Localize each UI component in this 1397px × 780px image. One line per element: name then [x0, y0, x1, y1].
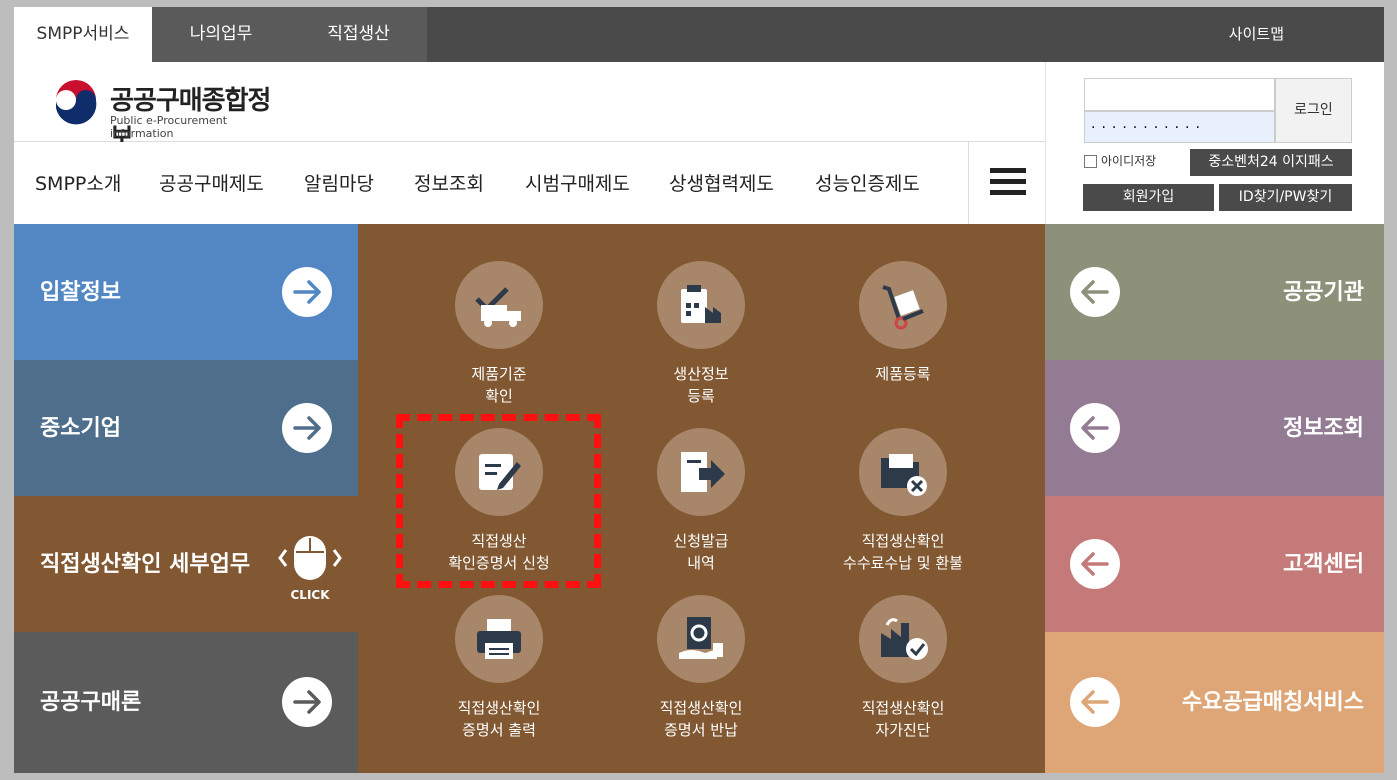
nav-win-win[interactable]: 상생협력제도	[669, 142, 774, 224]
customer-center-label: 고객센터	[1283, 552, 1364, 577]
mouse-click-icon[interactable]: CLICK	[276, 534, 344, 606]
highlight-box	[396, 414, 601, 588]
printer-icon	[455, 595, 543, 683]
service-label: 제품등록	[875, 365, 931, 383]
service-fee-refund[interactable]: 직접생산확인 수수료수납 및 환불	[803, 428, 1003, 574]
join-button[interactable]: 회원가입	[1083, 184, 1214, 211]
checkbox-icon[interactable]	[1084, 155, 1097, 168]
save-id-checkbox[interactable]: 아이디저장	[1084, 152, 1156, 169]
taegeuk-logo-icon	[52, 80, 100, 128]
arrow-left-icon[interactable]	[1070, 267, 1120, 317]
direct-production-block[interactable]: 직접생산확인 세부업무 CLICK	[14, 496, 358, 632]
public-purchase-loan-label: 공공구매론	[40, 690, 142, 715]
public-institution-block[interactable]: 공공기관	[1045, 224, 1384, 360]
public-institution-label: 공공기관	[1283, 280, 1364, 305]
logo-subtitle: Public e-Procurement information	[110, 114, 228, 140]
public-purchase-loan-block[interactable]: 공공구매론	[14, 632, 358, 773]
logo[interactable]: 공공구매종합정보 Public e-Procurement informatio…	[52, 80, 292, 153]
arrow-left-icon[interactable]	[1070, 677, 1120, 727]
nav-smpp-intro[interactable]: SMPP소개	[35, 142, 121, 224]
service-product-register[interactable]: 제품등록	[803, 261, 1003, 385]
document-export-icon	[657, 428, 745, 516]
find-id-pw-button[interactable]: ID찾기/PW찾기	[1219, 184, 1352, 211]
arrow-left-icon[interactable]	[1070, 539, 1120, 589]
browser-frame: SMPP서비스 나의업무 직접생산 사이트맵 공공구매종합정보 Public e…	[0, 0, 1397, 780]
service-certificate-print[interactable]: 직접생산확인 증명서 출력	[399, 595, 599, 741]
service-self-diagnosis[interactable]: 직접생산확인 자가진단	[803, 595, 1003, 741]
tab-direct-production[interactable]: 직접생산	[290, 7, 427, 62]
hand-truck-icon	[859, 261, 947, 349]
nav-public-procurement[interactable]: 공공구매제도	[159, 142, 264, 224]
direct-production-services: 제품기준 확인 생산정보 등록 제품등록 직접생산 확인증명서 신청 신청발급 …	[358, 224, 1045, 773]
id-input[interactable]	[1084, 78, 1275, 111]
service-product-standard[interactable]: 제품기준 확인	[399, 261, 599, 407]
info-search-label: 정보조회	[1283, 416, 1364, 441]
folder-cancel-icon	[859, 428, 947, 516]
nav-info-search[interactable]: 정보조회	[414, 142, 484, 224]
arrow-right-icon[interactable]	[282, 677, 332, 727]
nav-pilot-purchase[interactable]: 시범구매제도	[525, 142, 630, 224]
easy-pass-button[interactable]: 중소벤처24 이지패스	[1190, 149, 1352, 176]
login-box: ··········· 로그인 아이디저장 중소벤처24 이지패스 회원가입 I…	[1045, 62, 1384, 224]
service-label: 직접생산확인 자가진단	[861, 699, 945, 739]
nav-performance-cert[interactable]: 성능인증제도	[815, 142, 920, 224]
sme-block[interactable]: 중소기업	[14, 360, 358, 496]
factory-clipboard-icon	[657, 261, 745, 349]
service-issue-history[interactable]: 신청발급 내역	[601, 428, 801, 574]
nav-notice[interactable]: 알림마당	[304, 142, 374, 224]
click-label: CLICK	[290, 588, 330, 602]
document-return-icon	[657, 595, 745, 683]
page: SMPP서비스 나의업무 직접생산 사이트맵 공공구매종합정보 Public e…	[14, 7, 1384, 773]
tab-my-work[interactable]: 나의업무	[152, 7, 290, 62]
sme-label: 중소기업	[40, 416, 121, 441]
service-label: 직접생산확인 증명서 반납	[659, 699, 743, 739]
arrow-left-icon[interactable]	[1070, 403, 1120, 453]
truck-check-icon	[455, 261, 543, 349]
bid-info-block[interactable]: 입찰정보	[14, 224, 358, 360]
header: 공공구매종합정보 Public e-Procurement informatio…	[14, 62, 1045, 153]
arrow-right-icon[interactable]	[282, 267, 332, 317]
service-label: 신청발급 내역	[673, 532, 729, 572]
customer-center-block[interactable]: 고객센터	[1045, 496, 1384, 632]
service-label: 제품기준 확인	[471, 365, 527, 405]
factory-check-icon	[859, 595, 947, 683]
main-navigation: SMPP소개 공공구매제도 알림마당 정보조회 시범구매제도 상생협력제도 성능…	[14, 142, 1045, 224]
sitemap-link[interactable]: 사이트맵	[1229, 7, 1284, 62]
main-area: 입찰정보 중소기업 직접생산확인 세부업무 CLICK 공공구매론 제품기준 확…	[14, 224, 1384, 773]
save-id-label: 아이디저장	[1101, 154, 1157, 168]
login-button[interactable]: 로그인	[1275, 78, 1352, 143]
service-label: 생산정보 등록	[673, 365, 729, 405]
service-label: 직접생산확인 수수료수납 및 환불	[843, 532, 963, 572]
password-input[interactable]: ···········	[1084, 111, 1275, 143]
supply-matching-label: 수요공급매칭서비스	[1181, 690, 1364, 715]
hamburger-menu-icon[interactable]	[968, 142, 1045, 224]
tab-smpp-service[interactable]: SMPP서비스	[14, 7, 152, 62]
arrow-right-icon[interactable]	[282, 403, 332, 453]
info-search-block[interactable]: 정보조회	[1045, 360, 1384, 496]
service-production-info[interactable]: 생산정보 등록	[601, 261, 801, 407]
supply-matching-block[interactable]: 수요공급매칭서비스	[1045, 632, 1384, 773]
service-certificate-return[interactable]: 직접생산확인 증명서 반납	[601, 595, 801, 741]
direct-production-label: 직접생산확인 세부업무	[40, 552, 251, 577]
top-bar: SMPP서비스 나의업무 직접생산 사이트맵	[14, 7, 1384, 62]
bid-info-label: 입찰정보	[40, 280, 121, 305]
service-label: 직접생산확인 증명서 출력	[457, 699, 541, 739]
